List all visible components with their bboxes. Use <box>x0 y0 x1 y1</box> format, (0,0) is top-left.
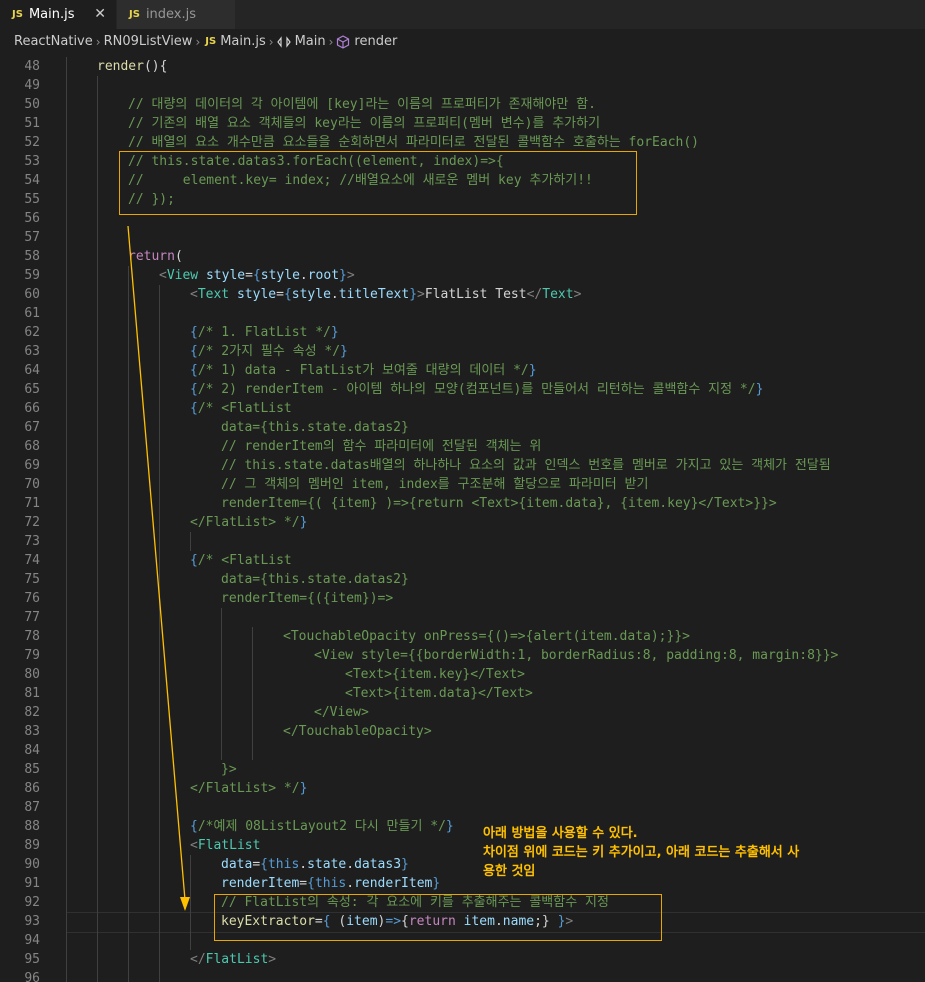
tab-label: Main.js <box>28 7 75 22</box>
tab-main-js[interactable]: JS Main.js ✕ <box>0 0 116 29</box>
annotation-note: 아래 방법을 사용할 수 있다. 차이점 위에 코드는 키 추가이고, 아래 코… <box>483 824 903 881</box>
breadcrumb-item[interactable]: Main <box>295 34 326 49</box>
code-editor[interactable]: 48 render(){49 50// 대량의 데이터의 각 아이템에 [key]라… <box>0 57 925 982</box>
javascript-file-icon: JS <box>129 9 140 20</box>
editor-tab-bar: JS Main.js ✕ JS index.js <box>0 0 925 29</box>
method-icon <box>337 34 350 49</box>
breadcrumb-item[interactable]: render <box>354 34 397 49</box>
breadcrumb-item[interactable]: RN09ListView <box>104 34 193 49</box>
chevron-right-icon: › <box>328 34 334 49</box>
javascript-file-icon: JS <box>205 36 217 47</box>
tab-index-js[interactable]: JS index.js <box>117 0 235 29</box>
annotation-line: 차이점 위에 코드는 키 추가이고, 아래 코드는 추출해서 사 <box>483 845 800 860</box>
annotation-line: 용한 것임 <box>483 864 536 879</box>
javascript-file-icon: JS <box>12 9 23 20</box>
close-icon[interactable]: ✕ <box>94 6 106 22</box>
breadcrumb-item[interactable]: ReactNative <box>14 34 93 49</box>
chevron-right-icon: › <box>195 34 201 49</box>
breadcrumb: ReactNative › RN09ListView › JS Main.js … <box>0 29 925 54</box>
tab-label: index.js <box>145 7 197 22</box>
chevron-right-icon: › <box>95 34 101 49</box>
class-icon <box>276 35 291 48</box>
breadcrumb-item[interactable]: Main.js <box>220 34 266 49</box>
chevron-right-icon: › <box>268 34 274 49</box>
annotation-line: 아래 방법을 사용할 수 있다. <box>483 826 638 841</box>
